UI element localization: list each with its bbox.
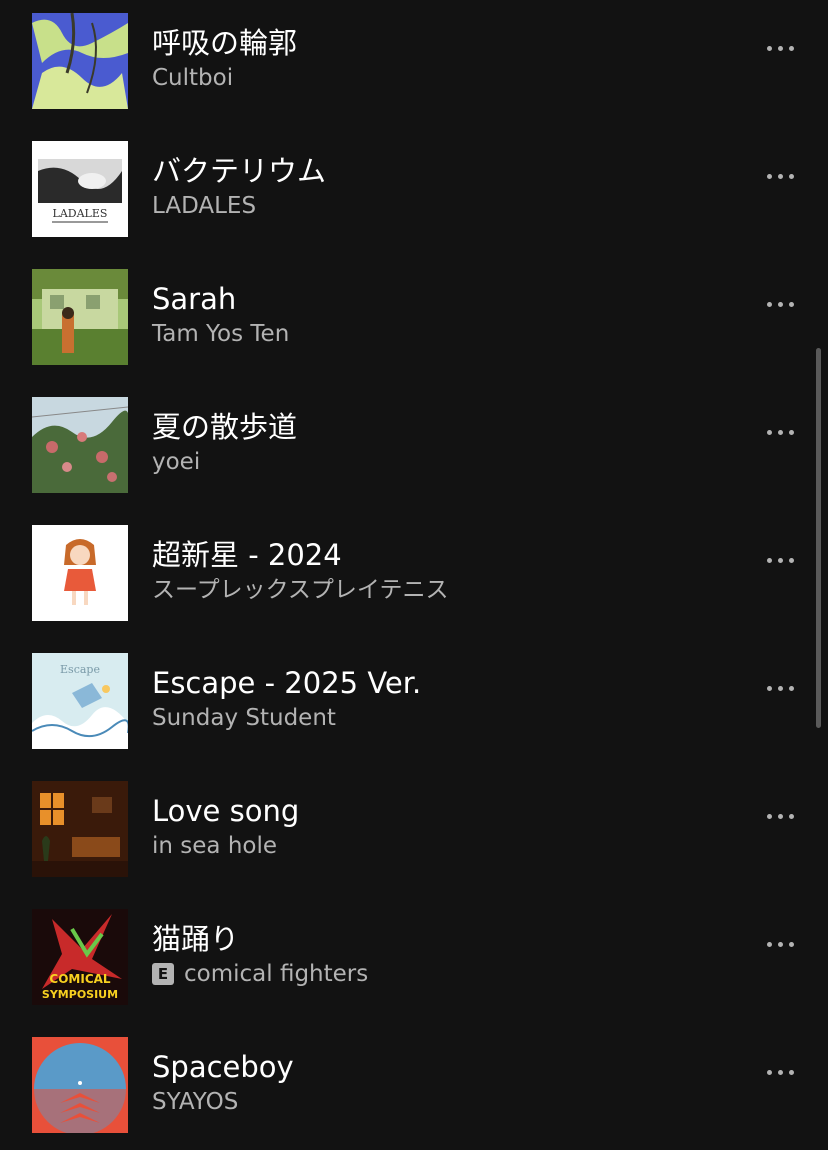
track-row[interactable]: Sarah Tam Yos Ten [0,256,828,384]
track-artist: SYAYOS [152,1089,239,1115]
more-options-button[interactable] [756,934,804,954]
ellipsis-icon [766,45,772,51]
track-title: Love song [152,794,300,828]
track-artist: スープレックスプレイテニス [152,577,449,603]
track-row[interactable]: 夏の散歩道 yoei [0,384,828,512]
ellipsis-icon [766,429,772,435]
album-cover-escape-icon: Escape [32,653,128,749]
album-cover [32,269,128,365]
album-cover-text: SYMPOSIUM [42,988,118,1001]
track-artist-line: E comical fighters [152,959,368,989]
ellipsis-icon [766,173,772,179]
track-artist: Sunday Student [152,705,336,731]
track-title: バクテリウム [152,154,327,188]
album-cover-text: Escape [60,663,100,676]
album-cover-text: LADALES [53,207,108,220]
track-artist-line: Cultboi [152,63,233,93]
track-row[interactable]: COMICAL SYMPOSIUM 猫踊り E comical fighters [0,896,828,1024]
track-artist-line: yoei [152,447,200,477]
track-title: Escape - 2025 Ver. [152,666,422,700]
more-options-button[interactable] [756,294,804,314]
track-row[interactable]: Escape Escape - 2025 Ver. Sunday Student [0,640,828,768]
track-artist: in sea hole [152,833,278,859]
album-cover-text: COMICAL [49,972,111,986]
ellipsis-icon [766,685,772,691]
track-artist: comical fighters [184,961,369,987]
track-artist: Cultboi [152,65,234,91]
album-cover-supernova-icon [32,525,128,621]
ellipsis-icon [766,813,772,819]
track-artist-line: in sea hole [152,831,277,861]
track-title: Sarah [152,282,237,316]
track-artist-line: SYAYOS [152,1087,238,1117]
track-artist-line: Tam Yos Ten [152,319,289,349]
explicit-badge: E [152,963,174,985]
track-title: 猫踊り [152,922,240,956]
track-list: 呼吸の輪郭 Cultboi LADALES バクテリウム LADALES Sar… [0,0,828,1150]
track-title: Spaceboy [152,1050,294,1084]
more-options-button[interactable] [756,166,804,186]
album-cover-spaceboy-icon [32,1037,128,1133]
album-cover [32,1037,128,1133]
track-row[interactable]: Spaceboy SYAYOS [0,1024,828,1150]
album-cover: COMICAL SYMPOSIUM [32,909,128,1005]
ellipsis-icon [766,301,772,307]
track-artist-line: スープレックスプレイテニス [152,575,448,605]
album-cover-cultboi-icon [32,13,128,109]
album-cover: LADALES [32,141,128,237]
ellipsis-icon [766,557,772,563]
album-cover [32,397,128,493]
album-cover [32,781,128,877]
track-row[interactable]: 超新星 - 2024 スープレックスプレイテニス [0,512,828,640]
more-options-button[interactable] [756,678,804,698]
scrollbar[interactable] [816,348,821,728]
album-cover-love-song-icon [32,781,128,877]
track-title: 呼吸の輪郭 [152,26,298,60]
album-cover-yoei-icon [32,397,128,493]
track-artist-line: Sunday Student [152,703,336,733]
track-row[interactable]: 呼吸の輪郭 Cultboi [0,0,828,128]
track-artist-line: LADALES [152,191,256,221]
ellipsis-icon [766,941,772,947]
more-options-button[interactable] [756,422,804,442]
album-cover [32,13,128,109]
more-options-button[interactable] [756,38,804,58]
album-cover-comical-icon: COMICAL SYMPOSIUM [32,909,128,1005]
album-cover-sarah-icon [32,269,128,365]
album-cover: Escape [32,653,128,749]
track-title: 夏の散歩道 [152,410,298,444]
more-options-button[interactable] [756,806,804,826]
track-artist: Tam Yos Ten [152,321,290,347]
track-artist: yoei [152,449,201,475]
track-artist: LADALES [152,193,257,219]
more-options-button[interactable] [756,550,804,570]
track-row[interactable]: LADALES バクテリウム LADALES [0,128,828,256]
more-options-button[interactable] [756,1062,804,1082]
album-cover-ladales-icon: LADALES [32,141,128,237]
track-row[interactable]: Love song in sea hole [0,768,828,896]
track-title: 超新星 - 2024 [152,538,342,572]
ellipsis-icon [766,1069,772,1075]
album-cover [32,525,128,621]
